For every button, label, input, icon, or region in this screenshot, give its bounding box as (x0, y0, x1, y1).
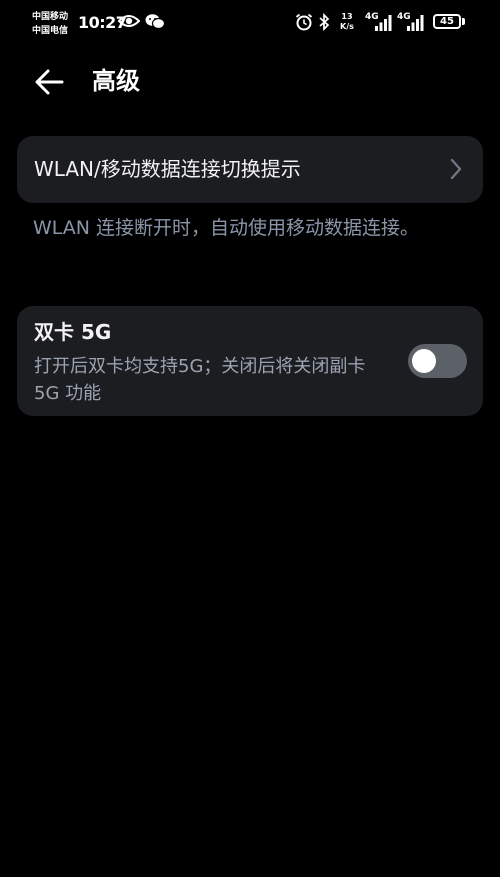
network-speed: 13 K/s (340, 12, 354, 32)
bluetooth-icon (318, 12, 330, 35)
signal-icon (374, 14, 392, 35)
signal-icon (406, 14, 424, 35)
carrier-1: 中国移动 (32, 12, 69, 22)
page-title: 高级 (92, 67, 140, 95)
speed-value: 13 (341, 12, 353, 21)
alarm-icon (295, 13, 313, 35)
eye-icon (117, 13, 141, 33)
wlan-mobile-switch-item[interactable]: WLAN/移动数据连接切换提示 (17, 136, 483, 203)
dual-sim-5g-title: 双卡 5G (34, 320, 112, 344)
battery-tip (462, 18, 465, 25)
battery-icon: 45 (433, 14, 461, 29)
wlan-switch-description: WLAN 连接断开时，自动使用移动数据连接。 (33, 217, 420, 239)
carrier-2: 中国电信 (32, 26, 69, 36)
status-bar: 中国移动 中国电信 10:27 13 K/s 4G 4G 45 (0, 0, 500, 46)
toggle-knob (412, 349, 436, 373)
chevron-right-icon (450, 158, 462, 180)
wlan-mobile-switch-label: WLAN/移动数据连接切换提示 (34, 157, 301, 181)
wechat-icon (145, 13, 166, 34)
dual-sim-5g-subtitle: 打开后双卡均支持5G；关闭后将关闭副卡 5G 功能 (34, 356, 366, 404)
carrier-names: 中国移动 中国电信 (32, 10, 68, 38)
battery-level: 45 (440, 16, 454, 27)
speed-unit: K/s (340, 22, 354, 31)
arrow-left-icon (35, 69, 64, 95)
back-button[interactable] (30, 64, 70, 100)
dual-sim-5g-toggle[interactable] (408, 344, 467, 378)
